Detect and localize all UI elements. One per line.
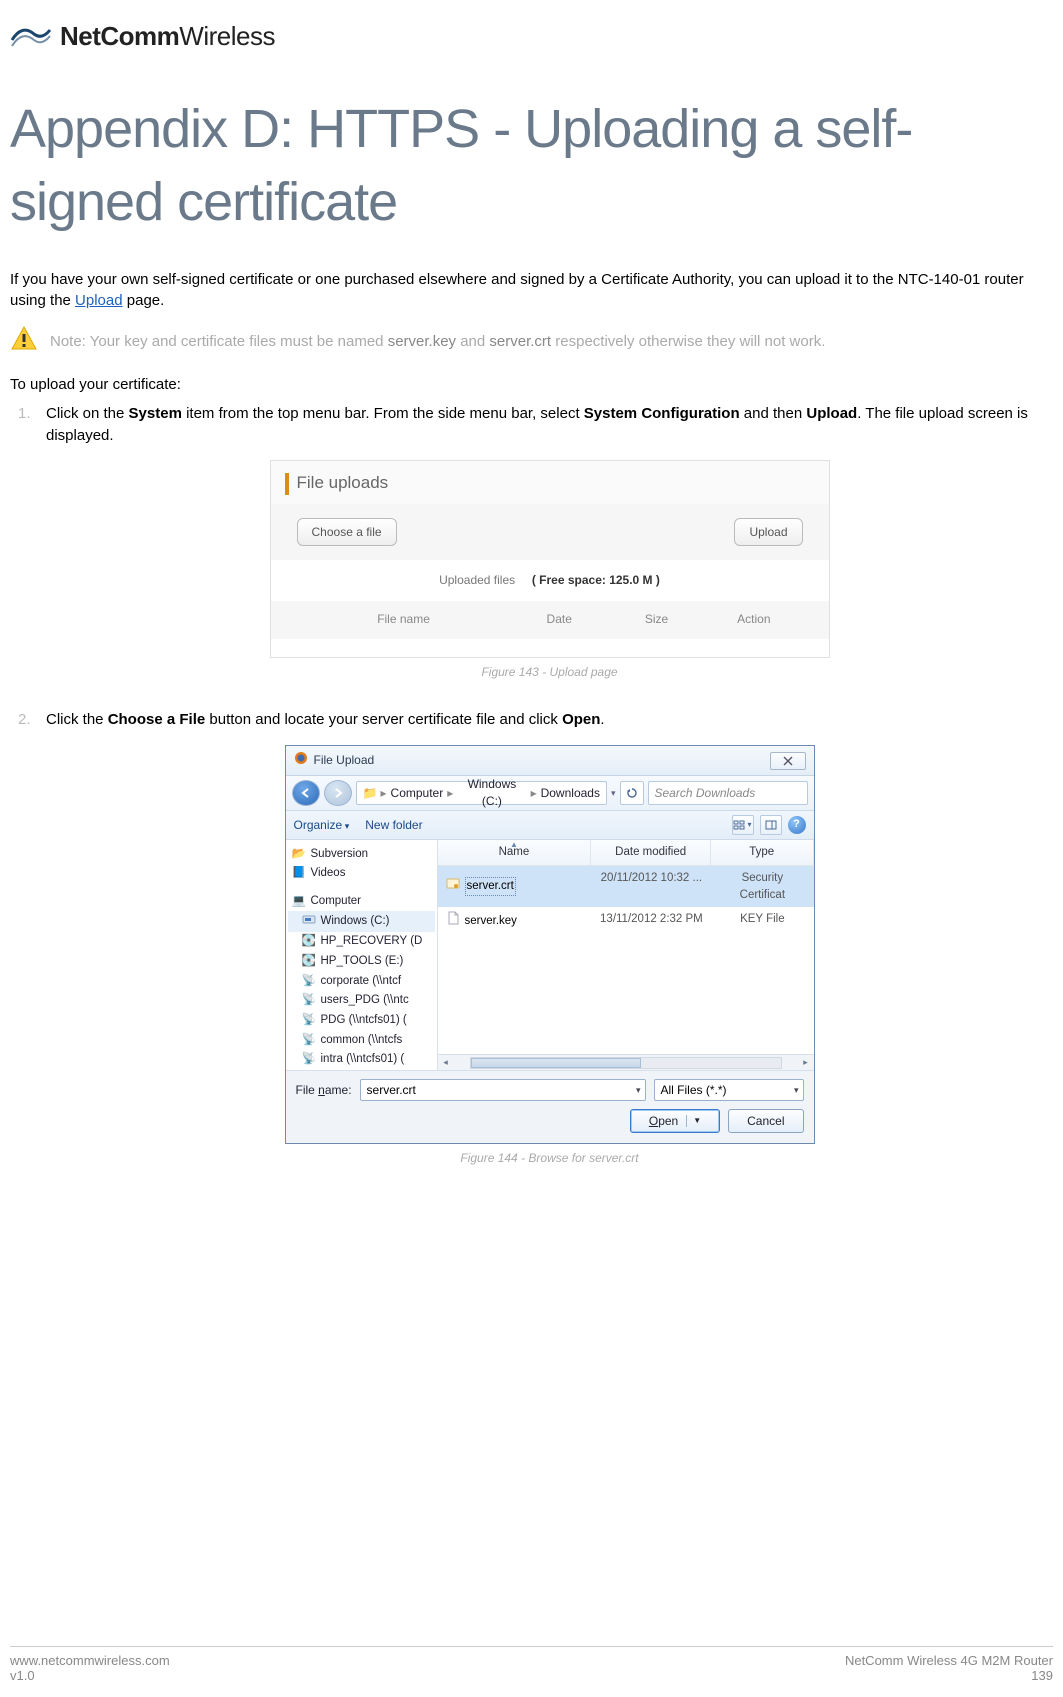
disk-icon: 💽 (302, 953, 316, 970)
file-list[interactable]: ▲Name Date modified Type server.crt (438, 840, 814, 1070)
file-uploads-panel: File uploads Choose a file Upload Upload… (270, 460, 830, 657)
page-title: Appendix D: HTTPS - Uploading a self-sig… (10, 93, 1053, 239)
certificate-icon (446, 878, 460, 896)
organize-menu[interactable]: Organize (294, 817, 350, 834)
firefox-icon (294, 751, 308, 770)
uploaded-files-label: Uploaded files (439, 573, 515, 587)
nav-back-button[interactable] (292, 780, 320, 806)
note-callout: Note: Your key and certificate files mus… (10, 325, 1053, 358)
open-button[interactable]: Open ▼ (630, 1109, 720, 1133)
intro-paragraph: If you have your own self-signed certifi… (10, 269, 1053, 311)
panel-title: File uploads (297, 471, 389, 496)
view-options-button[interactable]: ▾ (732, 815, 754, 835)
footer-url: www.netcommwireless.com (10, 1653, 170, 1668)
close-button[interactable] (770, 752, 806, 770)
choose-file-button[interactable]: Choose a file (297, 518, 397, 546)
new-folder-button[interactable]: New folder (365, 817, 422, 834)
disk-icon: 💽 (302, 933, 316, 950)
free-space-value: ( Free space: 125.0 M ) (532, 573, 660, 587)
nav-forward-button[interactable] (324, 780, 352, 806)
help-button[interactable]: ? (788, 816, 806, 834)
videos-icon: 📘 (292, 865, 306, 882)
network-drive-icon: 📡 (302, 1032, 316, 1049)
breadcrumb[interactable]: 📁 ▸ Computer▸ Windows (C:)▸ Downloads (356, 781, 607, 805)
file-filter-select[interactable]: All Files (*.*)▾ (654, 1079, 804, 1101)
filename-input[interactable]: server.crt▾ (360, 1079, 646, 1101)
footer-product: NetComm Wireless 4G M2M Router (845, 1653, 1053, 1668)
step-2: 2. Click the Choose a File button and lo… (46, 709, 1053, 1168)
computer-icon: 💻 (292, 893, 306, 910)
page-footer: www.netcommwireless.com v1.0 NetComm Wir… (10, 1646, 1053, 1683)
file-row[interactable]: server.key 13/11/2012 2:32 PM KEY File (438, 907, 814, 935)
upload-button[interactable]: Upload (734, 518, 802, 546)
footer-page-number: 139 (845, 1668, 1053, 1683)
horizontal-scrollbar[interactable]: ◂ ▸ (438, 1054, 814, 1070)
filename-label: File name: (296, 1082, 352, 1099)
note-text: Note: Your key and certificate files mus… (50, 333, 825, 350)
file-upload-dialog: File Upload 📁 ▸ C (285, 745, 815, 1144)
folder-icon: 📂 (292, 846, 306, 863)
file-icon (446, 911, 460, 931)
cancel-button[interactable]: Cancel (728, 1109, 803, 1133)
disk-icon (302, 913, 316, 931)
network-drive-icon: 📡 (302, 992, 316, 1009)
upload-link[interactable]: Upload (75, 292, 123, 309)
warning-icon (10, 325, 38, 358)
folder-icon: 📁 (363, 785, 377, 802)
network-drive-icon: 📡 (302, 1012, 316, 1029)
nav-tree[interactable]: 📂Subversion 📘Videos 💻Computer Windows (C… (286, 840, 438, 1070)
figure-caption-2: Figure 144 - Browse for server.crt (46, 1150, 1053, 1167)
step-1: 1. Click on the System item from the top… (46, 403, 1053, 681)
table-header: File name Date Size Action (271, 601, 829, 638)
file-list-header[interactable]: ▲Name Date modified Type (438, 840, 814, 866)
search-input[interactable]: Search Downloads (648, 781, 808, 805)
network-drive-icon: 📡 (302, 973, 316, 990)
network-drive-icon: 📡 (302, 1051, 316, 1068)
brand-logo-icon (10, 20, 52, 53)
preview-pane-button[interactable] (760, 815, 782, 835)
brand-header: NetCommWireless (10, 20, 1053, 53)
figure-caption-1: Figure 143 - Upload page (46, 664, 1053, 681)
refresh-button[interactable] (620, 781, 644, 805)
dialog-title: File Upload (314, 752, 375, 769)
brand-name: NetCommWireless (60, 21, 275, 52)
upload-intro: To upload your certificate: (10, 376, 1053, 393)
accent-bar (285, 473, 289, 495)
footer-version: v1.0 (10, 1668, 170, 1683)
file-row[interactable]: server.crt 20/11/2012 10:32 ... Security… (438, 866, 814, 907)
